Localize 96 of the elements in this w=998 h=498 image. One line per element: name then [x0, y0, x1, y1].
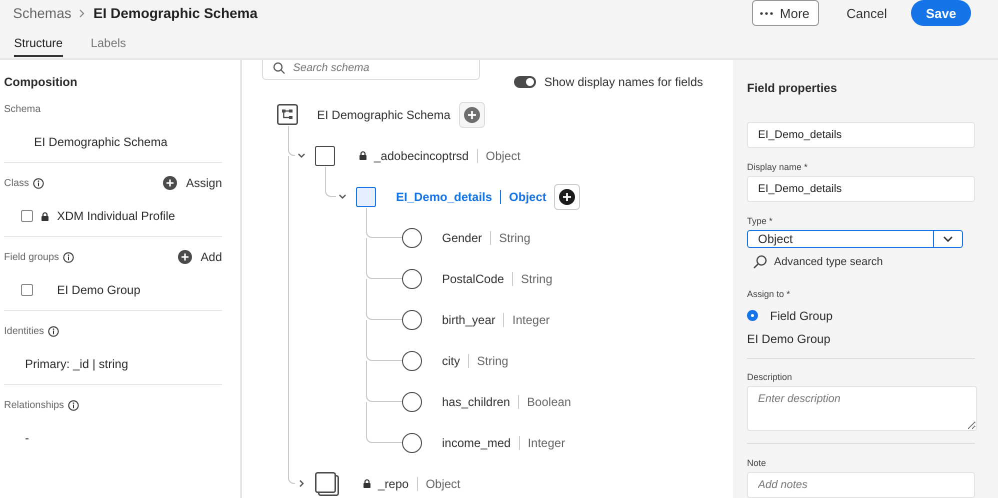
node-name[interactable]: EI Demographic Schema [317, 108, 450, 122]
add-icon [464, 106, 480, 122]
field-node[interactable] [402, 392, 422, 412]
chevron-right-icon[interactable] [297, 479, 306, 488]
field-name-input[interactable]: EI_Demo_details [747, 122, 975, 148]
node-type: Boolean [527, 394, 572, 408]
node-type: String [521, 272, 552, 286]
node-type: Object [426, 476, 460, 490]
node-type: String [477, 354, 508, 368]
field-label: Note [747, 458, 768, 468]
field-label: Assign to * [747, 288, 792, 299]
chevron-down-icon[interactable] [338, 192, 347, 201]
assign-button[interactable]: Assign [162, 176, 222, 190]
connector-line [366, 238, 402, 278]
search-icon [753, 254, 767, 269]
section-label: Class [4, 178, 30, 188]
section-value: - [24, 430, 30, 447]
node-name[interactable]: Gender [442, 230, 482, 244]
field-node[interactable] [402, 268, 422, 288]
lock-icon [363, 479, 371, 488]
object-node[interactable] [315, 146, 335, 166]
connector-line [366, 320, 402, 360]
node-type: Object [509, 190, 546, 204]
add-field-button[interactable] [554, 184, 580, 210]
field-label: Type * [747, 216, 774, 226]
section-label: Identities [4, 326, 44, 336]
stacked-boxes-icon[interactable] [315, 472, 339, 496]
node-name[interactable]: _repo [378, 476, 409, 490]
section-value: Primary: _id | string [24, 356, 130, 373]
tab[interactable]: Structure [14, 36, 63, 57]
add-icon [178, 250, 192, 264]
connector-line [366, 360, 402, 402]
node-type: String [499, 230, 530, 244]
toggle-switch[interactable] [514, 76, 536, 88]
save-button[interactable]: Save [911, 0, 971, 26]
connector-line [325, 166, 336, 196]
node-name[interactable]: income_med [442, 436, 511, 450]
connector-line [366, 278, 402, 320]
node-type: Integer [512, 312, 550, 326]
lock-icon [359, 151, 367, 160]
field-group-item[interactable]: XDM Individual Profile [57, 209, 176, 223]
node-name[interactable]: EI_Demo_details [396, 190, 492, 204]
field-node[interactable] [402, 310, 422, 330]
checkbox[interactable] [21, 210, 33, 222]
section-value: EI Demographic Schema [33, 134, 168, 151]
node-name[interactable]: PostalCode [442, 272, 504, 286]
node-name[interactable]: birth_year [442, 312, 496, 326]
advanced-search-link[interactable]: Advanced type search [747, 254, 977, 269]
info-icon[interactable] [68, 400, 80, 410]
more-icon [760, 12, 773, 14]
field-group-item[interactable]: EI Demo Group [57, 283, 140, 297]
section-label: Field groups [4, 252, 60, 262]
section-label: Relationships [4, 400, 64, 410]
description-input[interactable]: Enter description [747, 386, 977, 432]
lock-icon [41, 212, 49, 220]
add-button[interactable]: Add [178, 250, 222, 264]
section-label: Schema [4, 104, 41, 114]
breadcrumb-link[interactable]: Schemas [13, 5, 72, 21]
connector-line [366, 402, 402, 442]
search-field[interactable]: Search schema [262, 60, 480, 80]
field-label: Description [747, 372, 794, 382]
node-type: Object [486, 148, 520, 162]
info-icon[interactable] [63, 252, 74, 262]
field-node[interactable] [402, 432, 422, 452]
chevron-down-icon [943, 236, 953, 242]
schema-icon[interactable] [277, 104, 298, 125]
chevron-down-icon[interactable] [297, 151, 306, 160]
field-label: Display name * [747, 162, 809, 172]
page-title: EI Demographic Schema [93, 5, 258, 21]
node-name[interactable]: city [442, 354, 460, 368]
field-node[interactable] [402, 228, 422, 248]
info-icon[interactable] [48, 326, 60, 336]
panel-title: Composition [4, 75, 78, 89]
node-name[interactable]: has_children [442, 394, 510, 408]
object-node[interactable] [356, 186, 376, 206]
node-name[interactable]: _adobecincoptrsd [374, 148, 469, 162]
display-name-input[interactable]: EI_Demo_details [747, 176, 975, 202]
add-field-button[interactable] [459, 102, 486, 128]
add-icon [559, 188, 576, 204]
group-name: EI Demo Group [747, 332, 832, 346]
search-icon [273, 62, 285, 74]
radio-button[interactable] [747, 310, 758, 322]
more-button[interactable]: More [752, 0, 819, 26]
toggle-label: Show display names for fields [544, 75, 703, 89]
type-dropdown[interactable]: Object [747, 230, 963, 248]
field-node[interactable] [402, 350, 422, 370]
panel-title: Field properties [747, 81, 838, 95]
chevron-right-icon [79, 8, 86, 18]
tab[interactable]: Labels [90, 36, 126, 57]
add-icon [162, 176, 177, 190]
checkbox[interactable] [21, 284, 33, 296]
radio-option[interactable]: Field Group [747, 308, 977, 323]
connector-line [366, 208, 402, 238]
info-icon[interactable] [33, 178, 44, 188]
cancel-button[interactable]: Cancel [832, 0, 901, 26]
node-type: Integer [528, 436, 566, 450]
